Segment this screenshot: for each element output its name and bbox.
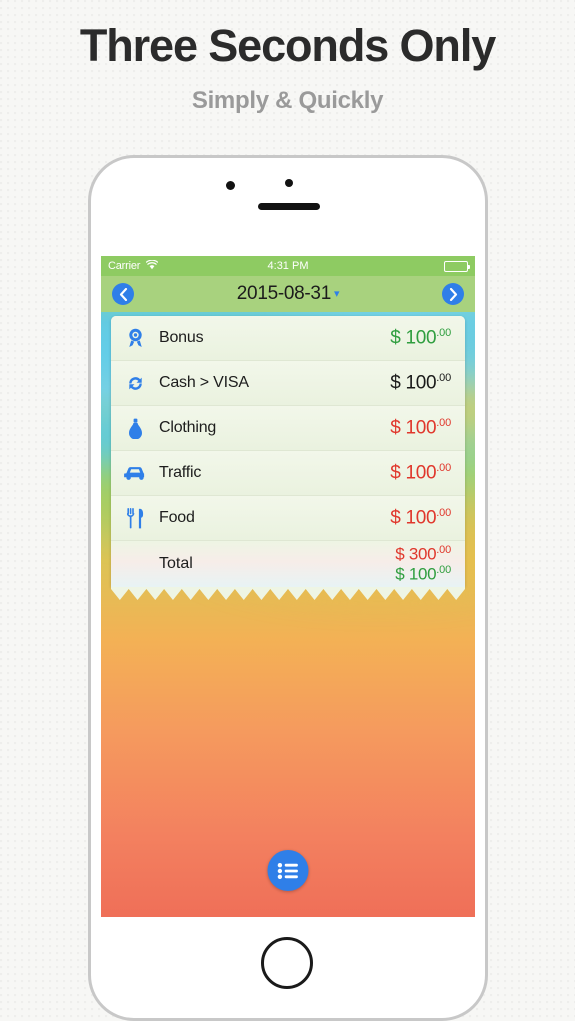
- currency-symbol: $: [395, 564, 405, 584]
- amount-cents: .00: [436, 544, 451, 557]
- list-menu-button[interactable]: [267, 850, 309, 891]
- chevron-right-icon: [449, 287, 457, 301]
- fork-knife-icon: [123, 507, 147, 529]
- total-income: $ 100.00: [395, 564, 451, 584]
- amount-cents: .00: [436, 416, 451, 429]
- amount-cents: .00: [436, 506, 451, 519]
- chevron-down-icon: ▾: [333, 288, 340, 301]
- list-icon: [277, 862, 298, 879]
- navigation-bar: 2015-08-31 ▾: [101, 276, 475, 312]
- next-day-button[interactable]: [442, 283, 464, 305]
- speaker-grille-icon: [258, 203, 320, 210]
- receipt-card: Bonus $ 100.00 Cash > VISA $ 100.00 Clot…: [111, 316, 465, 601]
- amount-value: 100: [405, 507, 437, 529]
- currency-symbol: $: [390, 372, 401, 394]
- total-row: Total $ 300.00 $ 100.00: [111, 541, 465, 587]
- battery-icon: [444, 260, 470, 272]
- row-amount: $ 100.00: [390, 372, 451, 394]
- date-selector[interactable]: 2015-08-31 ▾: [134, 283, 442, 305]
- amount-cents: .00: [436, 371, 451, 384]
- category-label: Bonus: [159, 329, 204, 346]
- torn-paper-edge: [111, 587, 465, 600]
- table-row[interactable]: Clothing $ 100.00: [111, 406, 465, 451]
- table-row[interactable]: Bonus $ 100.00: [111, 316, 465, 361]
- page-subtitle: Simply & Quickly: [191, 87, 384, 115]
- row-amount: $ 100.00: [390, 462, 451, 484]
- category-label: Clothing: [159, 419, 217, 436]
- category-label: Cash > VISA: [159, 374, 249, 391]
- page-title: Three Seconds Only: [79, 20, 496, 71]
- currency-symbol: $: [395, 544, 405, 564]
- proximity-sensor-icon: [226, 181, 235, 190]
- front-camera-icon: [285, 179, 293, 187]
- total-amounts: $ 300.00 $ 100.00: [395, 544, 451, 583]
- amount-cents: .00: [436, 461, 451, 474]
- category-label: Traffic: [159, 464, 202, 481]
- transaction-list: Bonus $ 100.00 Cash > VISA $ 100.00 Clot…: [111, 316, 465, 587]
- previous-day-button[interactable]: [112, 283, 134, 305]
- amount-value: 100: [408, 564, 437, 584]
- clothing-icon: [123, 418, 147, 439]
- category-label: Food: [159, 509, 195, 526]
- amount-value: 300: [408, 544, 437, 564]
- award-ribbon-icon: [123, 328, 147, 348]
- status-time: 4:31 PM: [267, 260, 309, 272]
- row-amount: $ 100.00: [390, 507, 451, 529]
- car-icon: [123, 466, 147, 481]
- date-label: 2015-08-31: [236, 283, 332, 304]
- table-row[interactable]: Food $ 100.00: [111, 496, 465, 541]
- promo-header: Three Seconds Only Simply & Quickly: [0, 0, 575, 115]
- amount-cents: .00: [436, 564, 451, 576]
- currency-symbol: $: [390, 417, 401, 439]
- total-label: Total: [159, 555, 193, 572]
- status-bar: Carrier 4:31 PM: [101, 256, 475, 276]
- total-expense: $ 300.00: [395, 544, 451, 564]
- amount-value: 100: [405, 417, 437, 439]
- phone-screen: Carrier 4:31 PM 2015-08-31 ▾ Bonus $ 100…: [101, 256, 475, 917]
- currency-symbol: $: [390, 507, 401, 529]
- table-row[interactable]: Traffic $ 100.00: [111, 451, 465, 496]
- amount-value: 100: [405, 372, 437, 394]
- home-button[interactable]: [261, 937, 313, 989]
- row-amount: $ 100.00: [390, 417, 451, 439]
- row-amount: $ 100.00: [390, 327, 451, 349]
- table-row[interactable]: Cash > VISA $ 100.00: [111, 361, 465, 406]
- transfer-arrows-icon: [123, 374, 147, 393]
- chevron-left-icon: [119, 287, 127, 301]
- amount-value: 100: [405, 462, 437, 484]
- amount-cents: .00: [436, 326, 451, 339]
- amount-value: 100: [405, 327, 437, 349]
- currency-symbol: $: [390, 462, 401, 484]
- currency-symbol: $: [390, 327, 401, 349]
